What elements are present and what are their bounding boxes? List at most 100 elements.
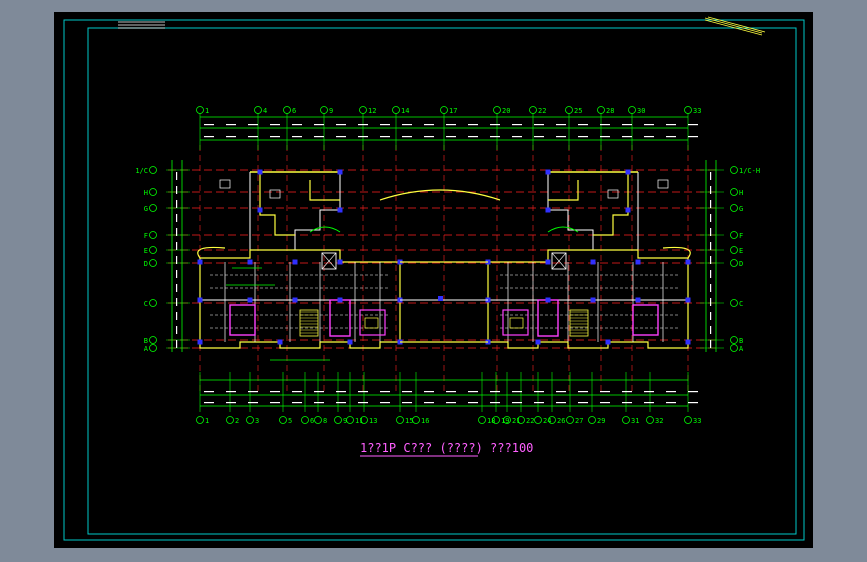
top-dim-text-mark	[204, 136, 214, 138]
bottom-axis-5-label: 5	[288, 417, 292, 425]
right-dim-text-mark	[710, 214, 712, 222]
left-dim-text-mark	[176, 270, 178, 278]
unit-right-column-10	[685, 339, 691, 345]
bottom-dim-text-mark	[270, 402, 280, 404]
top-dim-text-mark	[270, 124, 280, 126]
top-dim-text-mark	[424, 124, 434, 126]
bottom-dim-text-mark	[490, 402, 500, 404]
top-dim-text-mark	[644, 124, 654, 126]
top-dim-text-mark	[622, 136, 632, 138]
bottom-dim-text-mark	[622, 402, 632, 404]
right-dim-text-mark	[710, 270, 712, 278]
right-axis-E-label: E	[739, 247, 743, 255]
central-column	[438, 296, 443, 301]
top-dim-text-mark	[292, 136, 302, 138]
right-axis-B-label: B	[739, 337, 743, 345]
unit-left-column-15	[337, 169, 343, 175]
right-dim-text-mark	[710, 186, 712, 194]
top-dim-text-mark	[446, 136, 456, 138]
top-axis-6-label: 6	[292, 107, 296, 115]
bottom-dim-text-mark	[688, 391, 698, 393]
left-dim-text-mark	[176, 200, 178, 208]
unit-left-column-10	[197, 339, 203, 345]
top-axis-28-label: 28	[606, 107, 614, 115]
left-axis-E-label: E	[144, 247, 148, 255]
bottom-dim-text-mark	[248, 391, 258, 393]
cad-drawing-canvas[interactable]: 1 4 6 9 12 14 17 20 22 25 28 30 331 2 3 5 6 8 9 11 13 15 16 18 1…	[0, 0, 867, 562]
bottom-dim-text-mark	[534, 391, 544, 393]
bottom-dim-text-mark	[600, 402, 610, 404]
left-dim-text-mark	[176, 298, 178, 306]
unit-right-column-12	[535, 339, 541, 345]
left-dim-text-mark	[176, 312, 178, 320]
bottom-dim-text-mark	[512, 391, 522, 393]
top-dim-text-mark	[644, 136, 654, 138]
right-axis-H-label: H	[739, 189, 743, 197]
top-dim-text-mark	[556, 136, 566, 138]
right-dim-text-mark	[710, 172, 712, 180]
bottom-axis-11-label: 11	[355, 417, 363, 425]
top-dim-text-mark	[666, 124, 676, 126]
top-dim-text-mark	[688, 136, 698, 138]
top-dim-text-mark	[534, 136, 544, 138]
bottom-axis-22-label: 22	[526, 417, 534, 425]
bottom-axis-13-label: 13	[369, 417, 377, 425]
right-dim-text-mark	[710, 242, 712, 250]
top-dim-text-mark	[666, 136, 676, 138]
bottom-axis-27-label: 27	[575, 417, 583, 425]
unit-left-column-14	[257, 169, 263, 175]
unit-right-column-3	[545, 259, 551, 265]
bottom-dim-text-mark	[578, 402, 588, 404]
top-dim-text-mark	[578, 136, 588, 138]
bottom-dim-text-mark	[578, 391, 588, 393]
top-dim-text-mark	[380, 124, 390, 126]
bottom-dim-text-mark	[402, 402, 412, 404]
top-axis-9-label: 9	[329, 107, 333, 115]
bottom-axis-2-label: 2	[235, 417, 239, 425]
bottom-dim-text-mark	[666, 402, 676, 404]
left-axis-D-label: D	[144, 260, 148, 268]
unit-right-column-11	[605, 339, 611, 345]
top-dim-text-mark	[600, 124, 610, 126]
top-dim-text-mark	[424, 136, 434, 138]
top-dim-text-mark	[204, 124, 214, 126]
top-dim-text-mark	[490, 124, 500, 126]
left-dim-text-mark	[176, 172, 178, 180]
left-axis-G-label: G	[144, 205, 148, 213]
right-axis-D-label: D	[739, 260, 743, 268]
drawing-title: 1??1P C??? (????) ???100	[360, 441, 533, 455]
bottom-dim-text-mark	[666, 391, 676, 393]
unit-left-column-5	[197, 297, 203, 303]
unit-right-column-17	[545, 207, 551, 213]
top-dim-text-mark	[314, 136, 324, 138]
bottom-dim-text-mark	[534, 402, 544, 404]
unit-left-column-17	[337, 207, 343, 213]
top-dim-text-mark	[578, 124, 588, 126]
right-axis-1/C-H-label: 1/C-H	[739, 167, 760, 175]
left-axis-B-label: B	[144, 337, 148, 345]
top-dim-text-mark	[358, 136, 368, 138]
top-dim-text-mark	[556, 124, 566, 126]
bottom-dim-text-mark	[512, 402, 522, 404]
top-dim-text-mark	[402, 136, 412, 138]
bottom-axis-15-label: 15	[405, 417, 413, 425]
top-dim-text-mark	[512, 136, 522, 138]
unit-right-column-5	[685, 297, 691, 303]
bottom-dim-text-mark	[336, 391, 346, 393]
bottom-dim-text-mark	[468, 391, 478, 393]
bottom-dim-text-mark	[600, 391, 610, 393]
top-dim-text-mark	[688, 124, 698, 126]
top-dim-text-mark	[534, 124, 544, 126]
bottom-axis-18-label: 18	[487, 417, 495, 425]
unit-left-column-12	[347, 339, 353, 345]
bottom-dim-text-mark	[380, 391, 390, 393]
unit-left-column-16	[257, 207, 263, 213]
left-dim-text-mark	[176, 214, 178, 222]
bottom-dim-text-mark	[270, 391, 280, 393]
top-dim-text-mark	[468, 136, 478, 138]
top-dim-text-mark	[336, 136, 346, 138]
bottom-axis-29-label: 29	[597, 417, 605, 425]
top-dim-text-mark	[336, 124, 346, 126]
bottom-dim-text-mark	[556, 402, 566, 404]
bottom-axis-8-label: 8	[323, 417, 327, 425]
